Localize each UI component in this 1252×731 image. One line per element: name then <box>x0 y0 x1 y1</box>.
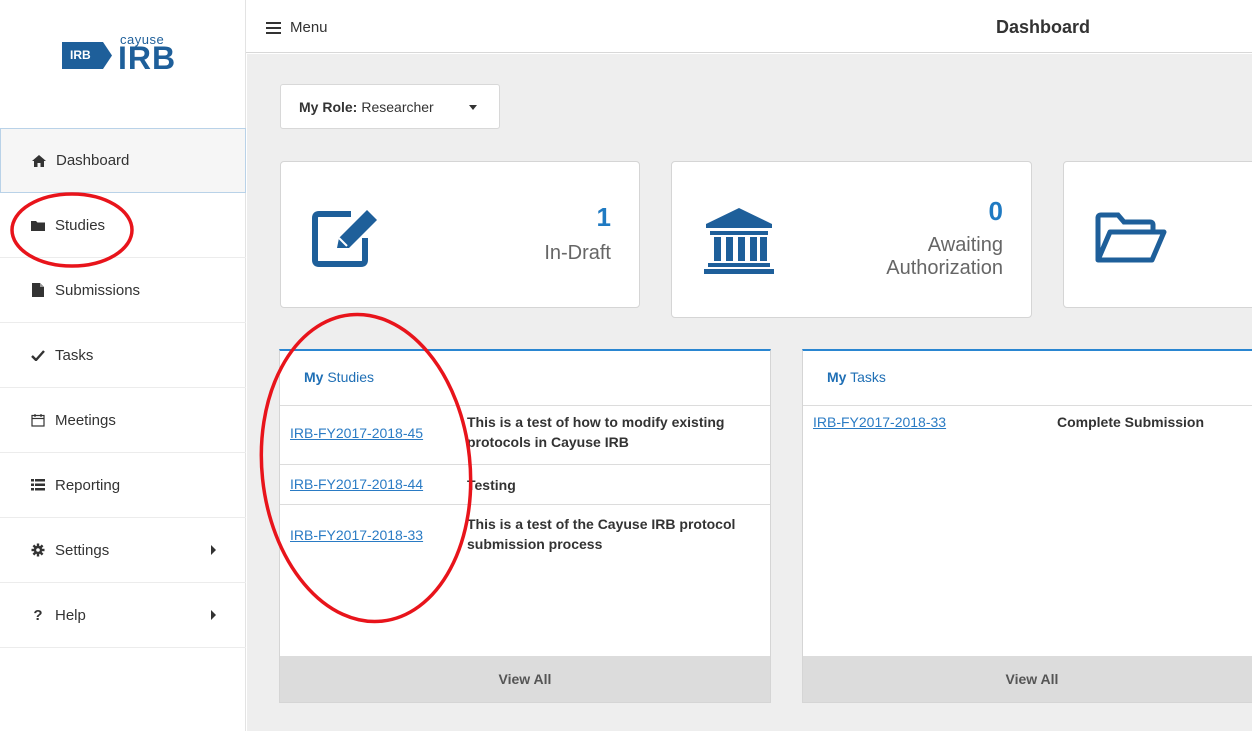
menu-label: Menu <box>290 19 328 36</box>
main-content: My Role: Researcher 1 In-Draft 0 Awaitin… <box>247 54 1252 731</box>
list-icon <box>30 479 46 491</box>
awaiting-authorization-count: 0 <box>988 196 1003 226</box>
sidebar-item-label: Studies <box>55 216 106 234</box>
table-row: IRB-FY2017-2018-44 Testing <box>280 465 770 505</box>
sidebar-item-tasks[interactable]: Tasks <box>0 323 246 388</box>
sidebar-item-reporting[interactable]: Reporting <box>0 453 246 518</box>
folder-open-icon <box>1095 212 1167 263</box>
study-link[interactable]: IRB-FY2017-2018-44 <box>290 476 423 492</box>
my-studies-title: My Studies <box>304 369 374 385</box>
sidebar-item-label: Settings <box>55 541 110 559</box>
sidebar-item-dashboard[interactable]: Dashboard <box>0 128 246 193</box>
task-study-link[interactable]: IRB-FY2017-2018-33 <box>813 414 946 430</box>
view-all-studies-button[interactable]: View All <box>280 656 770 702</box>
awaiting-authorization-label: Awaiting Authorization <box>886 234 1003 280</box>
help-icon: ? <box>33 606 43 624</box>
stat-card-awaiting-authorization[interactable]: 0 Awaiting Authorization <box>671 161 1032 318</box>
panel-title-rest: Tasks <box>850 369 886 385</box>
role-value: Researcher <box>361 98 434 115</box>
sidebar: IRB cayuse IRB Dashboard Studies Submiss… <box>0 0 246 731</box>
in-draft-count: 1 <box>596 202 611 232</box>
stat-card-in-draft[interactable]: 1 In-Draft <box>280 161 640 308</box>
sidebar-nav: Dashboard Studies Submissions Tasks Meet… <box>0 128 246 648</box>
sidebar-item-label: Help <box>55 606 86 624</box>
gear-icon <box>30 543 46 557</box>
caret-right-icon <box>211 545 216 555</box>
sidebar-item-label: Dashboard <box>56 152 130 169</box>
sidebar-item-settings[interactable]: Settings <box>0 518 246 583</box>
institution-icon <box>704 208 774 274</box>
study-description: This is a test of the Cayuse IRB protoco… <box>467 516 736 552</box>
menu-button[interactable]: Menu <box>266 19 328 36</box>
sidebar-item-help[interactable]: ? Help <box>0 583 246 648</box>
role-selector[interactable]: My Role: Researcher <box>280 84 500 129</box>
calendar-icon <box>30 413 46 427</box>
stat-card-studies[interactable] <box>1063 161 1252 308</box>
top-bar: Menu Dashboard <box>246 0 1252 53</box>
awaiting-label-line2: Authorization <box>886 257 1003 279</box>
my-tasks-title: My Tasks <box>827 369 886 385</box>
panel-title-my: My <box>304 369 324 385</box>
hamburger-icon <box>266 22 281 34</box>
sidebar-item-submissions[interactable]: Submissions <box>0 258 246 323</box>
page-title: Dashboard <box>996 17 1091 37</box>
cayuse-irb-logo[interactable]: IRB cayuse IRB <box>62 32 192 94</box>
folder-icon <box>30 220 46 231</box>
study-description: Testing <box>467 477 516 493</box>
table-row: IRB-FY2017-2018-45 This is a test of how… <box>280 405 770 465</box>
table-row: IRB-FY2017-2018-33 Complete Submission <box>803 405 1252 445</box>
study-link[interactable]: IRB-FY2017-2018-45 <box>290 425 423 441</box>
my-studies-panel: My Studies IRB-FY2017-2018-45 This is a … <box>279 349 771 703</box>
panel-title-my: My <box>827 369 847 385</box>
view-all-tasks-button[interactable]: View All <box>803 656 1252 702</box>
sidebar-item-label: Reporting <box>55 476 121 494</box>
table-row: IRB-FY2017-2018-33 This is a test of the… <box>280 505 770 565</box>
sidebar-item-label: Submissions <box>55 281 141 299</box>
logo-chip: IRB <box>62 42 112 69</box>
study-description: This is a test of how to modify existing… <box>467 414 725 450</box>
sidebar-item-label: Tasks <box>55 346 94 364</box>
sidebar-item-label: Meetings <box>55 411 116 429</box>
file-icon <box>30 283 46 297</box>
edit-icon <box>312 210 377 267</box>
home-icon <box>31 154 47 167</box>
sidebar-item-meetings[interactable]: Meetings <box>0 388 246 453</box>
check-icon <box>30 349 46 361</box>
my-tasks-panel: My Tasks IRB-FY2017-2018-33 Complete Sub… <box>802 349 1252 703</box>
study-link[interactable]: IRB-FY2017-2018-33 <box>290 527 423 543</box>
in-draft-label: In-Draft <box>544 242 611 264</box>
role-prefix: My Role: <box>299 98 358 115</box>
panel-title-rest: Studies <box>327 369 375 385</box>
logo-irb-text: IRB <box>118 40 177 76</box>
awaiting-label-line1: Awaiting <box>927 234 1003 256</box>
task-description: Complete Submission <box>1057 414 1205 430</box>
sidebar-item-studies[interactable]: Studies <box>0 193 246 258</box>
caret-right-icon <box>211 610 216 620</box>
caret-down-icon <box>469 105 477 110</box>
